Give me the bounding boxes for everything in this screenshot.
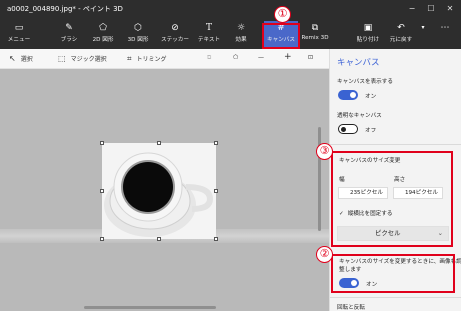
- cube-icon: ⬡: [134, 23, 142, 33]
- sticker-icon: ⊘: [171, 23, 179, 33]
- ribbon-3d-shapes-button[interactable]: ⬡ 3D 図形: [124, 21, 152, 48]
- panel-title: キャンバス: [337, 58, 380, 68]
- cursor-icon: ↖: [9, 54, 16, 63]
- 3d-view-icon[interactable]: ⧉: [207, 54, 211, 62]
- label-icon[interactable]: ⬠: [233, 54, 238, 61]
- more-options-button[interactable]: ⋯: [436, 21, 454, 48]
- canvas-workspace[interactable]: [0, 69, 329, 311]
- chevron-down-icon: ▾: [421, 24, 425, 31]
- ribbon-2d-shapes-button[interactable]: ⬠ 2D 図形: [89, 21, 117, 48]
- fit-view-icon[interactable]: ⊡: [308, 54, 313, 61]
- show-canvas-state: オン: [365, 94, 377, 100]
- folder-icon: ▭: [14, 23, 24, 33]
- resize-handle-nw[interactable]: [100, 141, 104, 145]
- ribbon-text-button[interactable]: T テキスト: [196, 21, 222, 48]
- show-canvas-label: キャンバスを表示する: [337, 79, 393, 85]
- ribbon-brush-button[interactable]: ✎ ブラシ: [56, 21, 82, 48]
- close-button[interactable]: ✕: [442, 2, 458, 16]
- annotation-number-3: ③: [316, 143, 333, 160]
- annotation-number-2: ②: [316, 246, 333, 263]
- resize-handle-s[interactable]: [157, 237, 161, 241]
- text-icon: T: [205, 23, 212, 33]
- brush-icon: ✎: [65, 23, 73, 33]
- zoom-in-icon[interactable]: +: [284, 52, 292, 62]
- title-bar: a0002_004890.jpg* - ペイント 3D − ☐ ✕: [0, 0, 461, 19]
- crop-icon: ⌗: [127, 54, 132, 63]
- resize-handle-ne[interactable]: [214, 141, 218, 145]
- more-icon: ⋯: [440, 23, 450, 33]
- ribbon-stickers-button[interactable]: ⊘ ステッカー: [157, 21, 193, 48]
- transparent-canvas-toggle[interactable]: [338, 124, 358, 134]
- show-canvas-toggle[interactable]: [338, 90, 358, 100]
- annotation-number-1: ①: [274, 6, 291, 23]
- ribbon: ▭ メニュー ✎ ブラシ ⬠ 2D 図形 ⬡ 3D 図形 ⊘ ステッカー T テ…: [0, 19, 461, 49]
- panel-divider: [330, 297, 461, 298]
- minimize-button[interactable]: −: [404, 2, 420, 16]
- shapes-2d-icon: ⬠: [99, 23, 107, 33]
- transparent-canvas-label: 透明なキャンバス: [337, 113, 382, 119]
- resize-handle-w[interactable]: [100, 189, 104, 193]
- panel-divider: [330, 144, 461, 145]
- resize-handle-n[interactable]: [157, 141, 161, 145]
- sub-toolbar: ↖ 選択 ⬚ マジック選択 ⌗ トリミング ⧉ ⬠ — + ⊡: [0, 49, 329, 69]
- undo-history-dropdown[interactable]: ▾: [418, 21, 428, 48]
- zoom-out-icon[interactable]: —: [258, 54, 264, 61]
- annotation-canvas-highlight: [262, 23, 300, 49]
- resize-handle-e[interactable]: [214, 189, 218, 193]
- undo-icon: ↶: [397, 23, 405, 33]
- annotation-resize-highlight: [331, 151, 453, 247]
- rotate-flip-label[interactable]: 回転と反転: [337, 303, 365, 311]
- ribbon-effects-button[interactable]: ☼ 効果: [230, 21, 252, 48]
- paste-icon: ▣: [363, 23, 373, 33]
- effects-icon: ☼: [236, 23, 246, 33]
- ribbon-menu-button[interactable]: ▭ メニュー: [4, 21, 34, 48]
- canvas-image[interactable]: [102, 143, 216, 239]
- window-title: a0002_004890.jpg* - ペイント 3D: [7, 5, 123, 13]
- maximize-button[interactable]: ☐: [423, 2, 439, 16]
- resize-handle-se[interactable]: [214, 237, 218, 241]
- select-tool[interactable]: ↖ 選択: [9, 54, 33, 63]
- crop-tool[interactable]: ⌗ トリミング: [127, 54, 167, 64]
- ribbon-undo-button[interactable]: ↶ 元に戻す: [387, 21, 415, 48]
- horizontal-scrollbar[interactable]: [84, 306, 216, 309]
- remix3d-icon: ⧉: [311, 23, 319, 33]
- coffee-cup-image: [102, 143, 216, 239]
- ribbon-remix3d-button[interactable]: ⧉ Remix 3D: [300, 21, 330, 48]
- transparent-canvas-state: オフ: [365, 128, 377, 134]
- resize-handle-sw[interactable]: [100, 237, 104, 241]
- annotation-resize-image-highlight: [331, 254, 455, 293]
- magic-select-tool[interactable]: ⬚ マジック選択: [58, 54, 107, 63]
- ribbon-paste-button[interactable]: ▣ 貼り付け: [353, 21, 383, 48]
- magic-select-icon: ⬚: [58, 54, 66, 63]
